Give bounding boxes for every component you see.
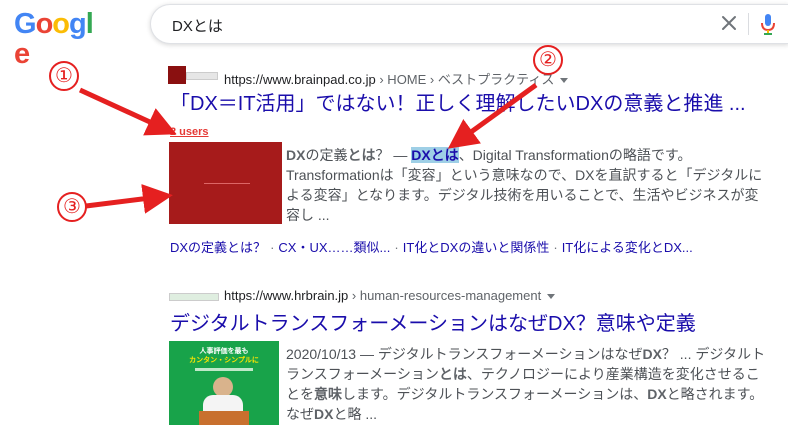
annotation-label-1: ① bbox=[49, 61, 79, 91]
annotation-arrows bbox=[78, 82, 538, 214]
annotation-label-3: ③ bbox=[57, 192, 87, 222]
arrow-2 bbox=[447, 82, 538, 149]
arrow-1 bbox=[78, 87, 177, 136]
arrow-3 bbox=[85, 183, 173, 214]
annotation-label-2: ② bbox=[533, 45, 563, 75]
